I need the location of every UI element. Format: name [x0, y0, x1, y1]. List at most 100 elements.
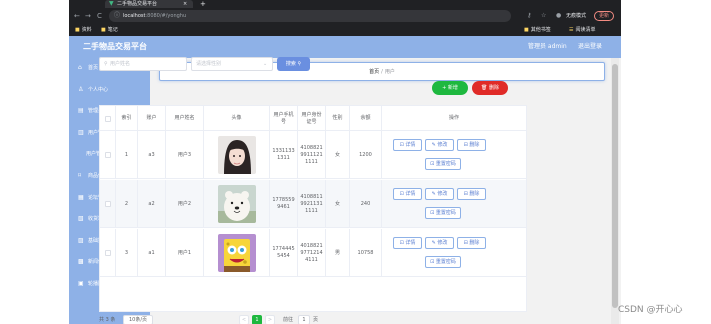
batch-delete-button[interactable]: 🗑 删除 — [472, 81, 508, 95]
info-icon: ⓘ — [114, 12, 121, 19]
breadcrumb-current: 用户 — [384, 69, 395, 75]
table-row: 2 a2 用户2 17785599461 410881199211311111 … — [100, 180, 526, 228]
reading-list-icon: ☰ — [569, 27, 574, 33]
edit-button[interactable]: ✎ 修改 — [425, 188, 454, 200]
browser-tab[interactable]: ▼ 二手物品交易平台 × — [105, 0, 193, 8]
incognito-label: 无痕模式 — [566, 13, 587, 19]
add-button[interactable]: + 新增 — [432, 81, 468, 95]
row-select-cell[interactable] — [100, 180, 116, 228]
table-row: 3 a1 用户1 17744455454 401882197712144111 … — [100, 229, 526, 277]
delete-button[interactable]: ⊟ 删除 — [457, 139, 486, 151]
col-name: 用户姓名 — [166, 106, 204, 131]
reset-password-button[interactable]: ⊡ 重置密码 — [425, 207, 461, 219]
total-count: 共 3 条 — [99, 317, 116, 323]
key-icon[interactable]: ⚷ — [527, 12, 531, 20]
trash-icon: ⊟ — [463, 191, 468, 197]
back-button[interactable]: ← — [74, 12, 80, 20]
bookmark-item[interactable]: ☰ 阅读清单 — [569, 26, 596, 34]
url-input[interactable]: ⓘ localhost:8080/#/yonghu — [109, 10, 511, 22]
user-icon: ♙ — [78, 86, 84, 93]
edit-button[interactable]: ✎ 修改 — [425, 237, 454, 249]
row-checkbox[interactable] — [104, 152, 111, 158]
admin-icon: ▤ — [78, 107, 84, 114]
pagination: 共 3 条 10条/页 < 1 > 前往 1 页 — [99, 315, 319, 324]
cell-actions: ⊡ 详情 ✎ 修改 ⊟ 删除 ⊡ 重置密码 — [382, 131, 526, 179]
search-button[interactable]: 搜索 ⚲ — [277, 57, 310, 71]
cell-account: a2 — [138, 180, 166, 228]
plus-icon: + — [442, 85, 447, 91]
new-tab-button[interactable]: + — [200, 0, 206, 8]
search-input[interactable]: ⚲ — [99, 57, 187, 71]
row-checkbox[interactable] — [104, 250, 111, 256]
delete-button[interactable]: ⊟ 删除 — [457, 237, 486, 249]
table-header: 索引 账户 用户姓名 头像 用户手机号 用户身份证号 性别 余额 操作 — [100, 106, 526, 131]
folder-icon: ■ — [101, 27, 106, 33]
incognito-icon: ● — [556, 12, 562, 19]
forum-icon: ▦ — [78, 194, 84, 201]
cell-index: 2 — [116, 180, 138, 228]
reset-icon: ⊡ — [430, 259, 435, 265]
delete-button[interactable]: ⊟ 删除 — [457, 188, 486, 200]
delete-button-label: 删除 — [488, 85, 499, 91]
search-name-field[interactable] — [110, 60, 184, 69]
current-user: 管理员 admin — [528, 43, 567, 50]
next-page-button[interactable]: > — [265, 315, 275, 324]
reset-password-button[interactable]: ⊡ 重置密码 — [425, 158, 461, 170]
prev-page-button[interactable]: < — [239, 315, 249, 324]
goto-page-input[interactable]: 1 — [298, 315, 310, 324]
select-all-cell[interactable] — [100, 106, 116, 131]
page-scrollbar[interactable] — [611, 58, 619, 324]
search-icon: ⚲ — [297, 61, 302, 67]
col-phone: 用户手机号 — [270, 106, 298, 131]
breadcrumb-separator: / — [381, 69, 383, 75]
gender-select[interactable]: 请选择性别 ⌄ — [191, 57, 273, 71]
cell-balance: 10758 — [350, 229, 382, 277]
row-checkbox[interactable] — [104, 201, 111, 207]
search-button-label: 搜索 — [285, 61, 296, 67]
cell-balance: 1200 — [350, 131, 382, 179]
logout-link[interactable]: 退出登录 — [578, 42, 602, 52]
forward-button[interactable]: → — [85, 12, 91, 20]
cell-actions: ⊡ 详情 ✎ 修改 ⊟ 删除 ⊡ 重置密码 — [382, 180, 526, 228]
detail-button[interactable]: ⊡ 详情 — [393, 139, 422, 151]
breadcrumb-home[interactable]: 首页 — [369, 69, 379, 75]
cell-name: 用户3 — [166, 131, 204, 179]
bookmarks-bar: ■ 资料 ■ 笔记 ■ 其他书签 ☰ 阅读清单 — [69, 24, 621, 36]
page-size-select[interactable]: 10条/页 — [123, 315, 153, 324]
bookmark-item[interactable]: ■ 资料 — [75, 26, 92, 34]
cell-account: a1 — [138, 229, 166, 277]
select-all-checkbox[interactable] — [104, 115, 111, 122]
reset-password-button[interactable]: ⊡ 重置密码 — [425, 256, 461, 268]
girl-avatar — [217, 136, 256, 174]
row-select-cell[interactable] — [100, 131, 116, 179]
cell-avatar — [204, 131, 270, 179]
col-account: 账户 — [138, 106, 166, 131]
vue-favicon-icon: ▼ — [109, 0, 114, 7]
bookmark-item[interactable]: ■ 其他书签 — [524, 26, 551, 34]
sidebar-item-profile[interactable]: ♙ 个人中心 — [69, 80, 150, 100]
tab-title: 二手物品交易平台 — [117, 1, 158, 7]
star-icon[interactable]: ☆ — [541, 12, 546, 20]
search-icon: ⚲ — [104, 61, 108, 67]
row-select-cell[interactable] — [100, 229, 116, 277]
tab-bar: ▼ 二手物品交易平台 × + — [69, 0, 621, 8]
cell-name: 用户1 — [166, 229, 204, 277]
cell-actions: ⊡ 详情 ✎ 修改 ⊟ 删除 ⊡ 重置密码 — [382, 229, 526, 277]
folder-icon: ■ — [75, 27, 80, 33]
url-host: localhost — [123, 13, 146, 19]
col-avatar: 头像 — [204, 106, 270, 131]
bookmark-item[interactable]: ■ 笔记 — [101, 26, 118, 34]
col-index: 索引 — [116, 106, 138, 131]
scrollbar-thumb[interactable] — [612, 64, 618, 308]
detail-button[interactable]: ⊡ 详情 — [393, 188, 422, 200]
tab-close-icon[interactable]: × — [183, 0, 187, 8]
current-page[interactable]: 1 — [252, 315, 262, 324]
reload-button[interactable]: C — [97, 12, 102, 20]
edit-button[interactable]: ✎ 修改 — [425, 139, 454, 151]
detail-button[interactable]: ⊡ 详情 — [393, 237, 422, 249]
home-icon: ⌂ — [78, 64, 82, 71]
update-button[interactable]: 更新 — [594, 11, 614, 21]
select-placeholder: 请选择性别 — [196, 61, 222, 67]
cell-avatar — [204, 180, 270, 228]
address-icon: ▧ — [78, 215, 84, 222]
